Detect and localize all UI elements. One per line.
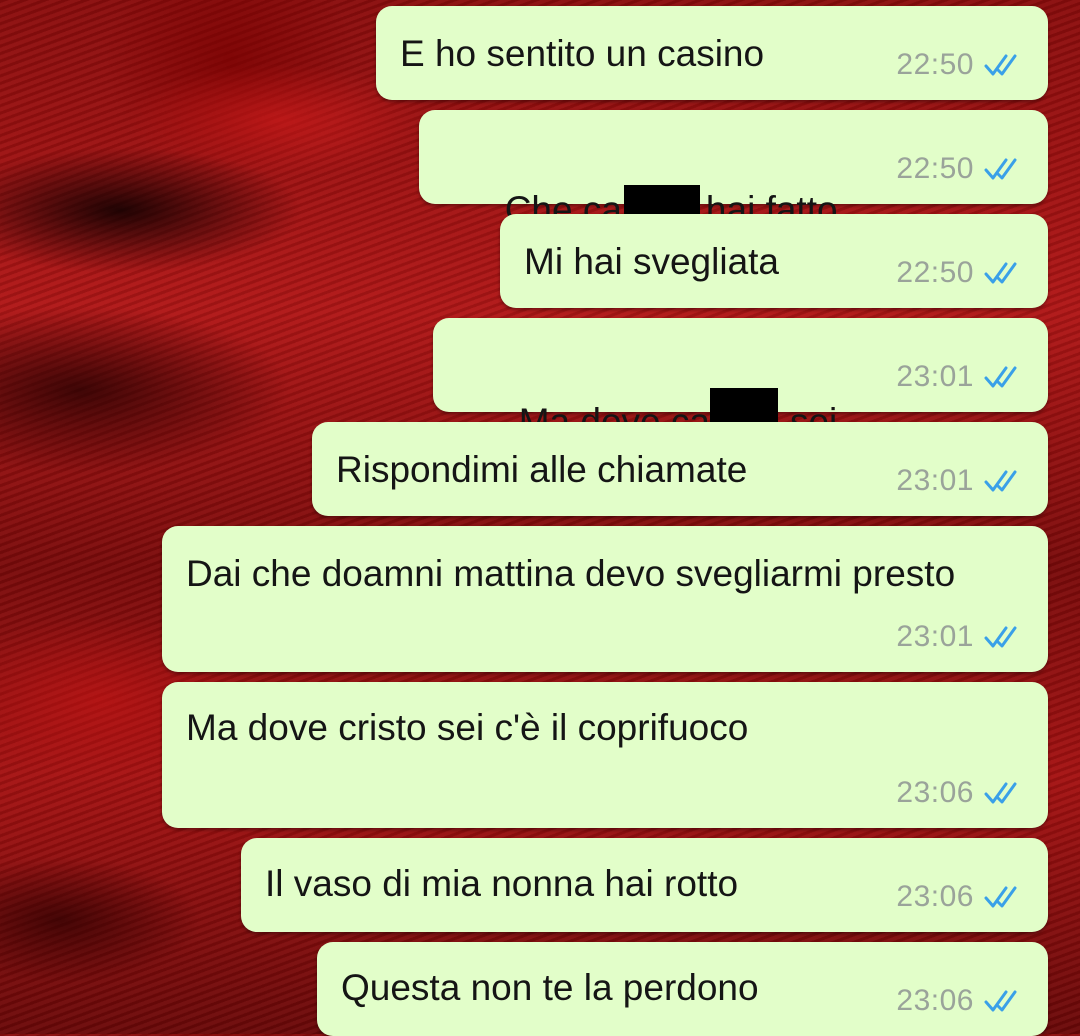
message-text: Il vaso di mia nonna hai rotto (265, 863, 739, 904)
message-meta: 22:50 (896, 256, 1026, 290)
message-time: 22:50 (896, 256, 974, 289)
message-meta: 23:01 (896, 360, 1026, 394)
message-bubble[interactable]: Il vaso di mia nonna hai rotto 23:06 (241, 838, 1048, 932)
message-time: 22:50 (896, 152, 974, 185)
message-meta: 23:06 (896, 880, 1026, 914)
message-text: Questa non te la perdono (341, 967, 759, 1008)
message-bubble[interactable]: Mi hai svegliata 22:50 (500, 214, 1048, 308)
message-meta: 23:06 (896, 984, 1026, 1018)
double-check-read-icon (984, 54, 1017, 76)
double-check-read-icon (984, 626, 1017, 648)
double-check-read-icon (984, 990, 1017, 1012)
message-bubble[interactable]: Che ca hai fatto 22:50 (419, 110, 1048, 232)
message-time: 23:06 (896, 984, 974, 1017)
message-time: 23:01 (896, 360, 974, 393)
chat-message-list[interactable]: E ho sentito un casino 22:50 Che ca hai f… (0, 0, 1080, 1036)
message-bubble[interactable]: Rispondimi alle chiamate 23:01 (312, 422, 1048, 516)
message-text: E ho sentito un casino (400, 33, 765, 74)
double-check-read-icon (984, 886, 1017, 908)
double-check-read-icon (984, 782, 1017, 804)
double-check-read-icon (984, 366, 1017, 388)
message-time: 23:06 (896, 776, 974, 809)
message-text: Dai che doamni mattina devo svegliarmi p… (186, 553, 956, 594)
message-text: Ma dove cristo sei c'è il coprifuoco (186, 707, 749, 748)
message-meta: 23:01 (896, 620, 1026, 654)
message-meta: 23:06 (896, 776, 1026, 810)
message-meta: 22:50 (896, 48, 1026, 82)
message-bubble[interactable]: Questa non te la perdono 23:06 (317, 942, 1048, 1036)
double-check-read-icon (984, 158, 1017, 180)
message-meta: 23:01 (896, 464, 1026, 498)
double-check-read-icon (984, 470, 1017, 492)
message-text: Mi hai svegliata (524, 241, 780, 282)
message-time: 23:01 (896, 464, 974, 497)
message-meta: 22:50 (896, 152, 1026, 186)
message-time: 23:06 (896, 880, 974, 913)
message-bubble[interactable]: Dai che doamni mattina devo svegliarmi p… (162, 526, 1048, 672)
message-bubble[interactable]: Ma dove casei 23:01 (433, 318, 1048, 452)
message-text: Rispondimi alle chiamate (336, 449, 748, 490)
message-bubble[interactable]: E ho sentito un casino 22:50 (376, 6, 1048, 100)
message-bubble[interactable]: Ma dove cristo sei c'è il coprifuoco 23:… (162, 682, 1048, 828)
double-check-read-icon (984, 262, 1017, 284)
message-time: 23:01 (896, 620, 974, 653)
message-time: 22:50 (896, 48, 974, 81)
